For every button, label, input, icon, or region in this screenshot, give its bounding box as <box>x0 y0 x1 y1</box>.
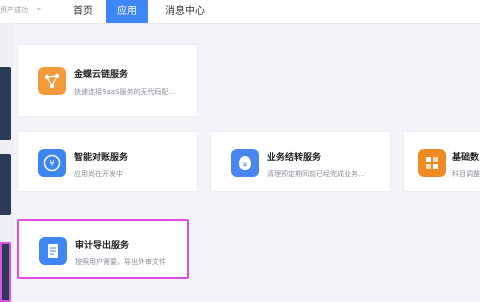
left-sidebar-block-1[interactable] <box>0 67 11 140</box>
account-label[interactable]: 资产成功 <box>0 5 28 15</box>
nav-messages[interactable]: 消息中心 <box>155 0 215 23</box>
card-description: 科目调整 <box>452 170 480 178</box>
service-card-reconciliation[interactable]: ¥ 智能对账服务 应用尚在开发中 <box>17 131 198 192</box>
card-description: 应用尚在开发中 <box>74 170 123 178</box>
top-navigation-bar: 资产成功 ⌄ 首页 应用 消息中心 <box>0 0 480 24</box>
grid-blocks-icon <box>418 149 446 177</box>
card-description: 快速连接SaaS服务的无代码配... <box>74 88 176 96</box>
chevron-down-icon[interactable]: ⌄ <box>35 3 43 13</box>
card-title: 业务结转服务 <box>267 153 322 163</box>
card-title: 审计导出服务 <box>75 241 130 251</box>
refresh-money-icon: ¥ <box>38 149 66 177</box>
service-card-cloud-chain[interactable]: 金蝶云链服务 快速连接SaaS服务的无代码配... <box>17 44 198 117</box>
card-description: 清理预定期间前已经完成业务... <box>267 170 365 178</box>
svg-text:¥: ¥ <box>49 159 54 168</box>
svg-text:¥: ¥ <box>243 161 248 169</box>
money-bag-icon: ¥ <box>231 149 259 177</box>
nav-home[interactable]: 首页 <box>66 0 100 23</box>
service-card-base-data[interactable]: 基础数 科目调整 <box>403 131 480 192</box>
network-nodes-icon <box>38 67 66 95</box>
card-title: 金蝶云链服务 <box>74 70 129 80</box>
card-description: 按照用户需要，导出外审文件 <box>75 258 166 266</box>
left-sidebar-block-2[interactable] <box>0 154 11 215</box>
service-card-audit-export[interactable]: 审计导出服务 按照用户需要，导出外审文件 <box>17 219 189 279</box>
card-title: 智能对账服务 <box>74 153 129 163</box>
left-sidebar-block-3[interactable] <box>0 242 11 302</box>
document-export-icon <box>39 237 67 265</box>
nav-apps[interactable]: 应用 <box>106 0 148 23</box>
service-card-carry-forward[interactable]: ¥ 业务结转服务 清理预定期间前已经完成业务... <box>210 131 391 192</box>
card-title: 基础数 <box>452 153 480 163</box>
left-sidebar-strip <box>0 23 13 302</box>
